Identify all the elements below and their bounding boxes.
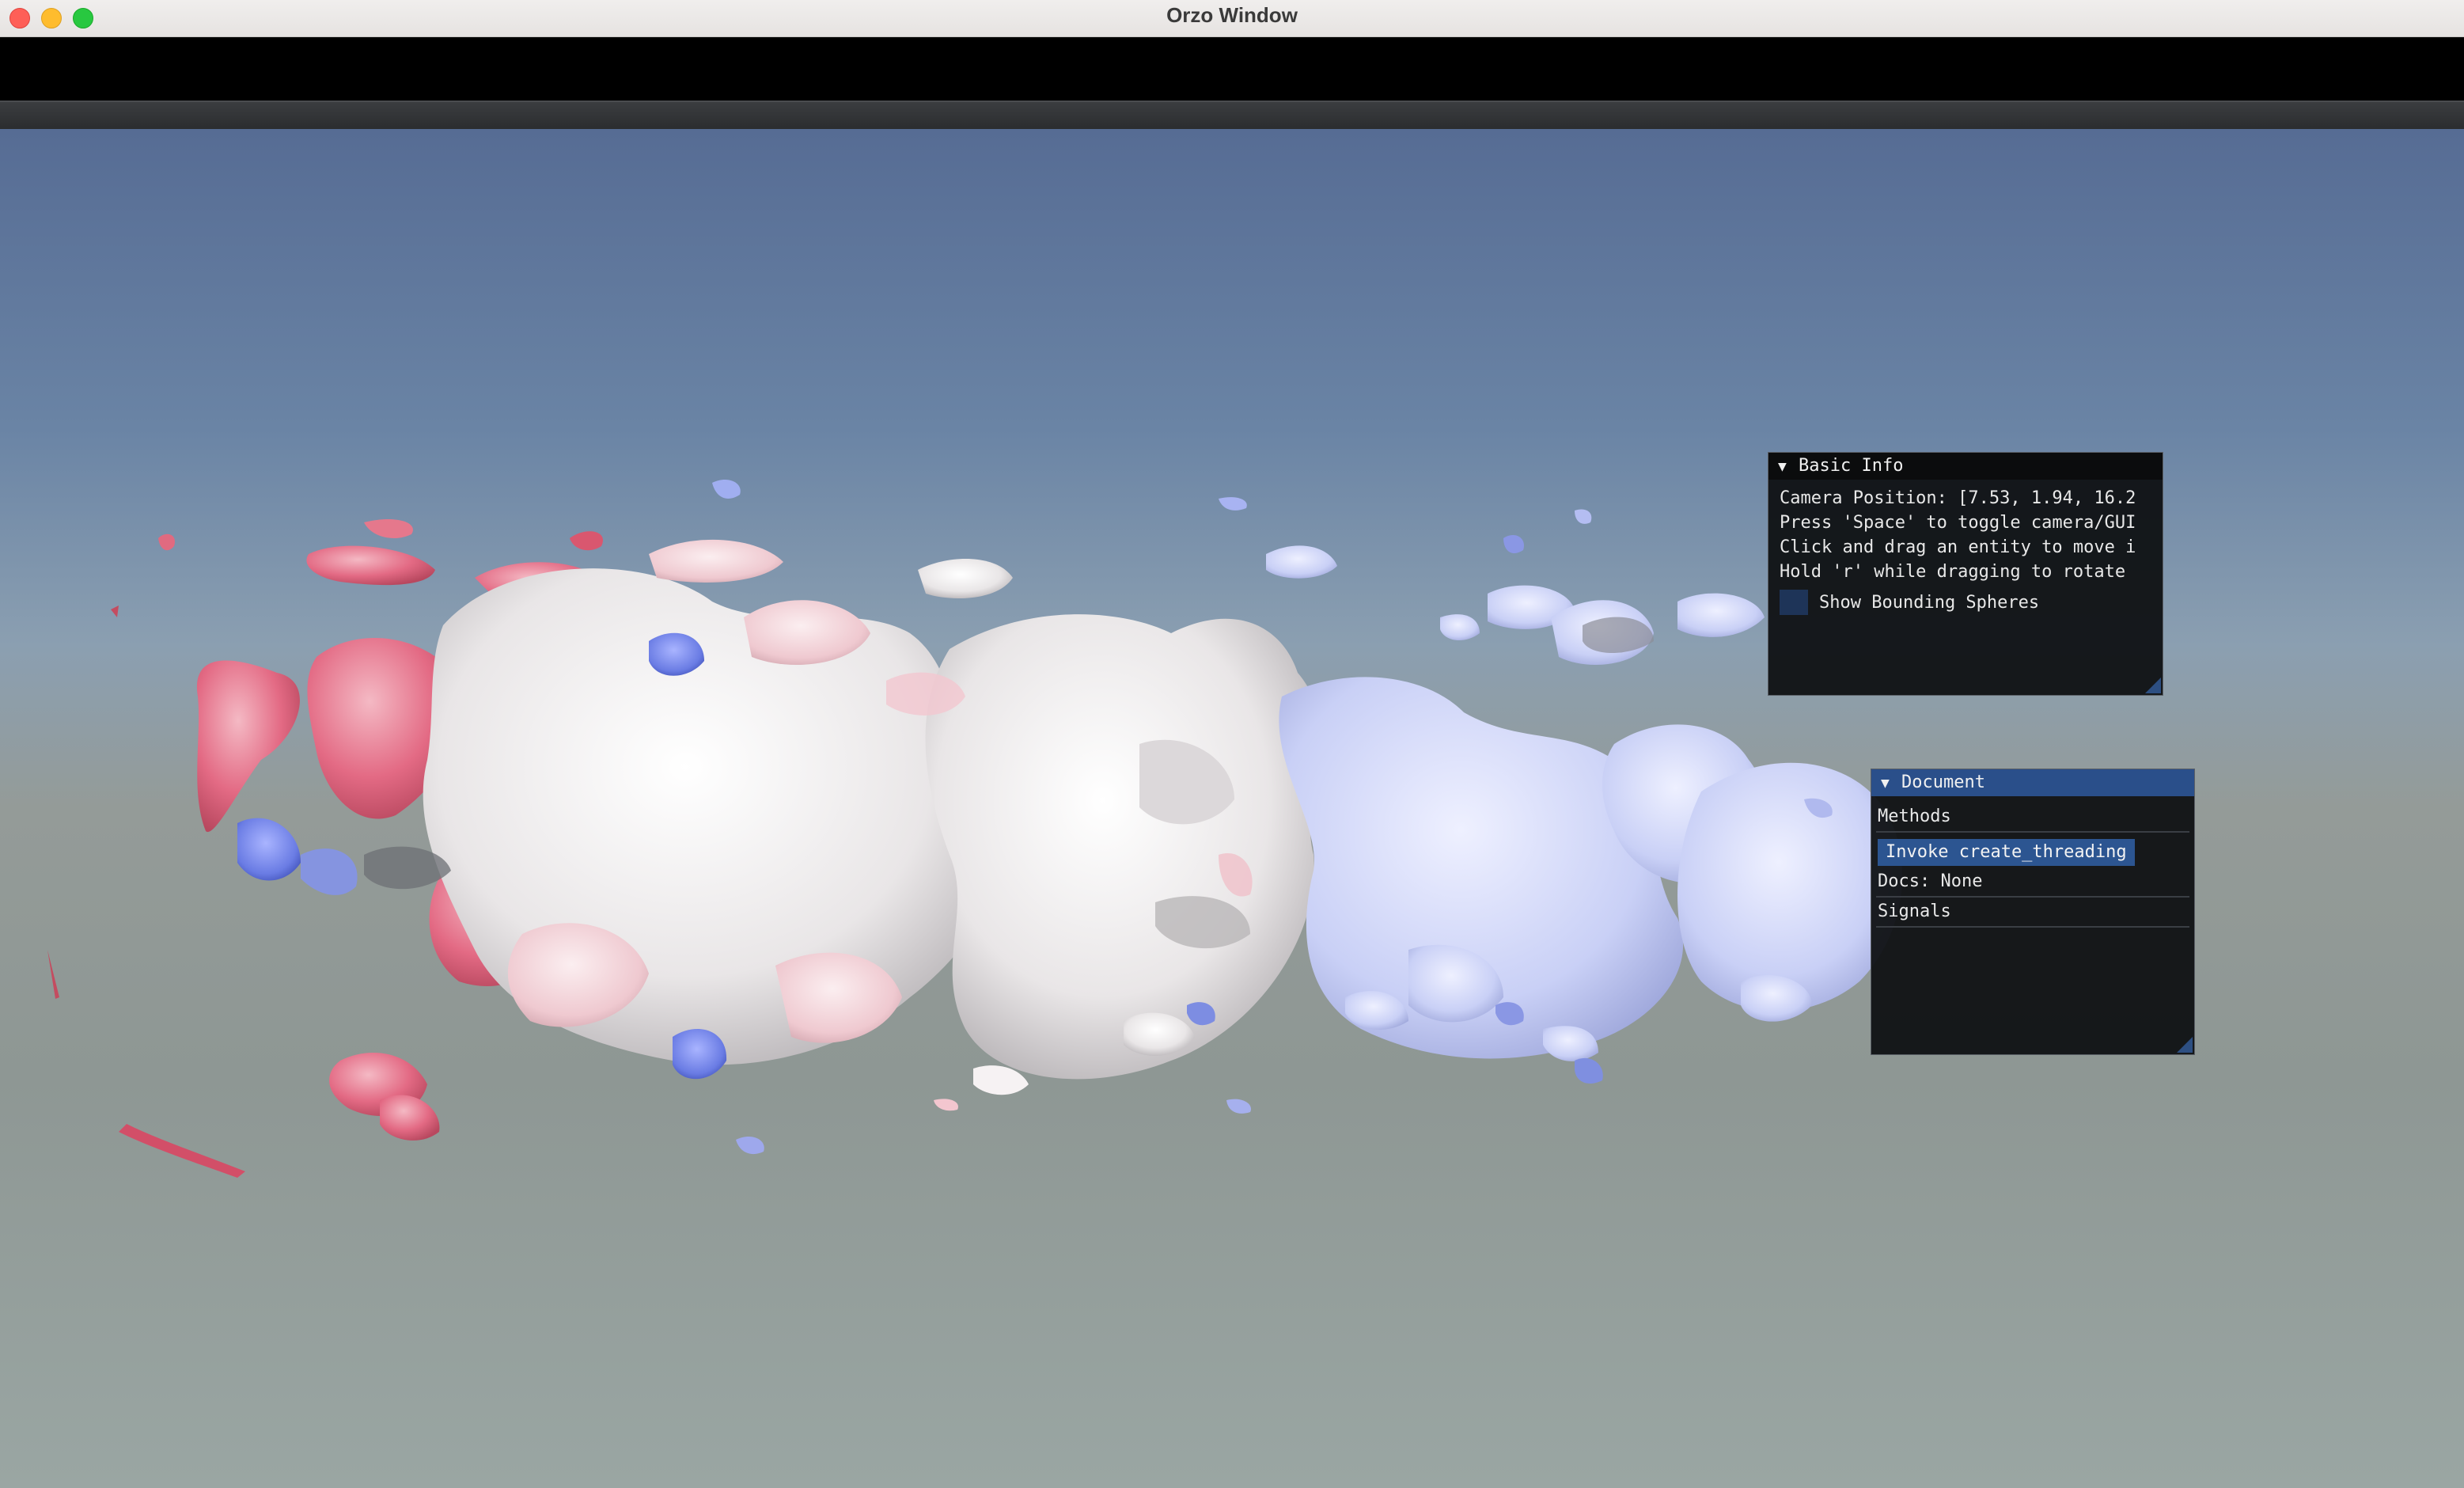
document-panel[interactable]: ▼ Document Methods Invoke create_threadin… bbox=[1871, 769, 2195, 1055]
resize-grip-icon[interactable] bbox=[2177, 1037, 2193, 1053]
toggle-camera-hint: Press 'Space' to toggle camera/GUI bbox=[1780, 513, 2136, 533]
invoke-create-threading-button[interactable]: Invoke create_threading bbox=[1878, 839, 2135, 866]
rotate-hint: Hold 'r' while dragging to rotate bbox=[1780, 562, 2126, 582]
bounding-spheres-checkbox[interactable] bbox=[1780, 590, 1808, 615]
camera-position-text: Camera Position: [7.53, 1.94, 16.2 bbox=[1780, 488, 2136, 508]
drag-entity-hint: Click and drag an entity to move i bbox=[1780, 537, 2136, 557]
basic-info-panel[interactable]: ▼ Basic Info Camera Position: [7.53, 1.94… bbox=[1768, 452, 2163, 696]
signals-section-header[interactable]: Signals bbox=[1876, 898, 2189, 928]
viewport-top-strip bbox=[0, 101, 2464, 131]
document-header[interactable]: ▼ Document bbox=[1871, 769, 2194, 796]
collapse-triangle-icon[interactable]: ▼ bbox=[1881, 770, 1901, 797]
title-bar: Orzo Window bbox=[0, 0, 2464, 37]
bounding-spheres-option[interactable]: Show Bounding Spheres bbox=[1780, 587, 2151, 617]
docs-text: Docs: None bbox=[1876, 867, 2189, 898]
collapse-triangle-icon[interactable]: ▼ bbox=[1778, 454, 1799, 480]
toolbar-area bbox=[0, 37, 2464, 101]
window-title: Orzo Window bbox=[1166, 3, 1298, 27]
basic-info-header[interactable]: ▼ Basic Info bbox=[1768, 453, 2163, 480]
document-title: Document bbox=[1901, 772, 1985, 792]
bounding-spheres-label: Show Bounding Spheres bbox=[1819, 592, 2040, 613]
methods-section-header[interactable]: Methods bbox=[1876, 803, 2189, 833]
resize-grip-icon[interactable] bbox=[2145, 678, 2161, 693]
basic-info-title: Basic Info bbox=[1799, 456, 1904, 476]
